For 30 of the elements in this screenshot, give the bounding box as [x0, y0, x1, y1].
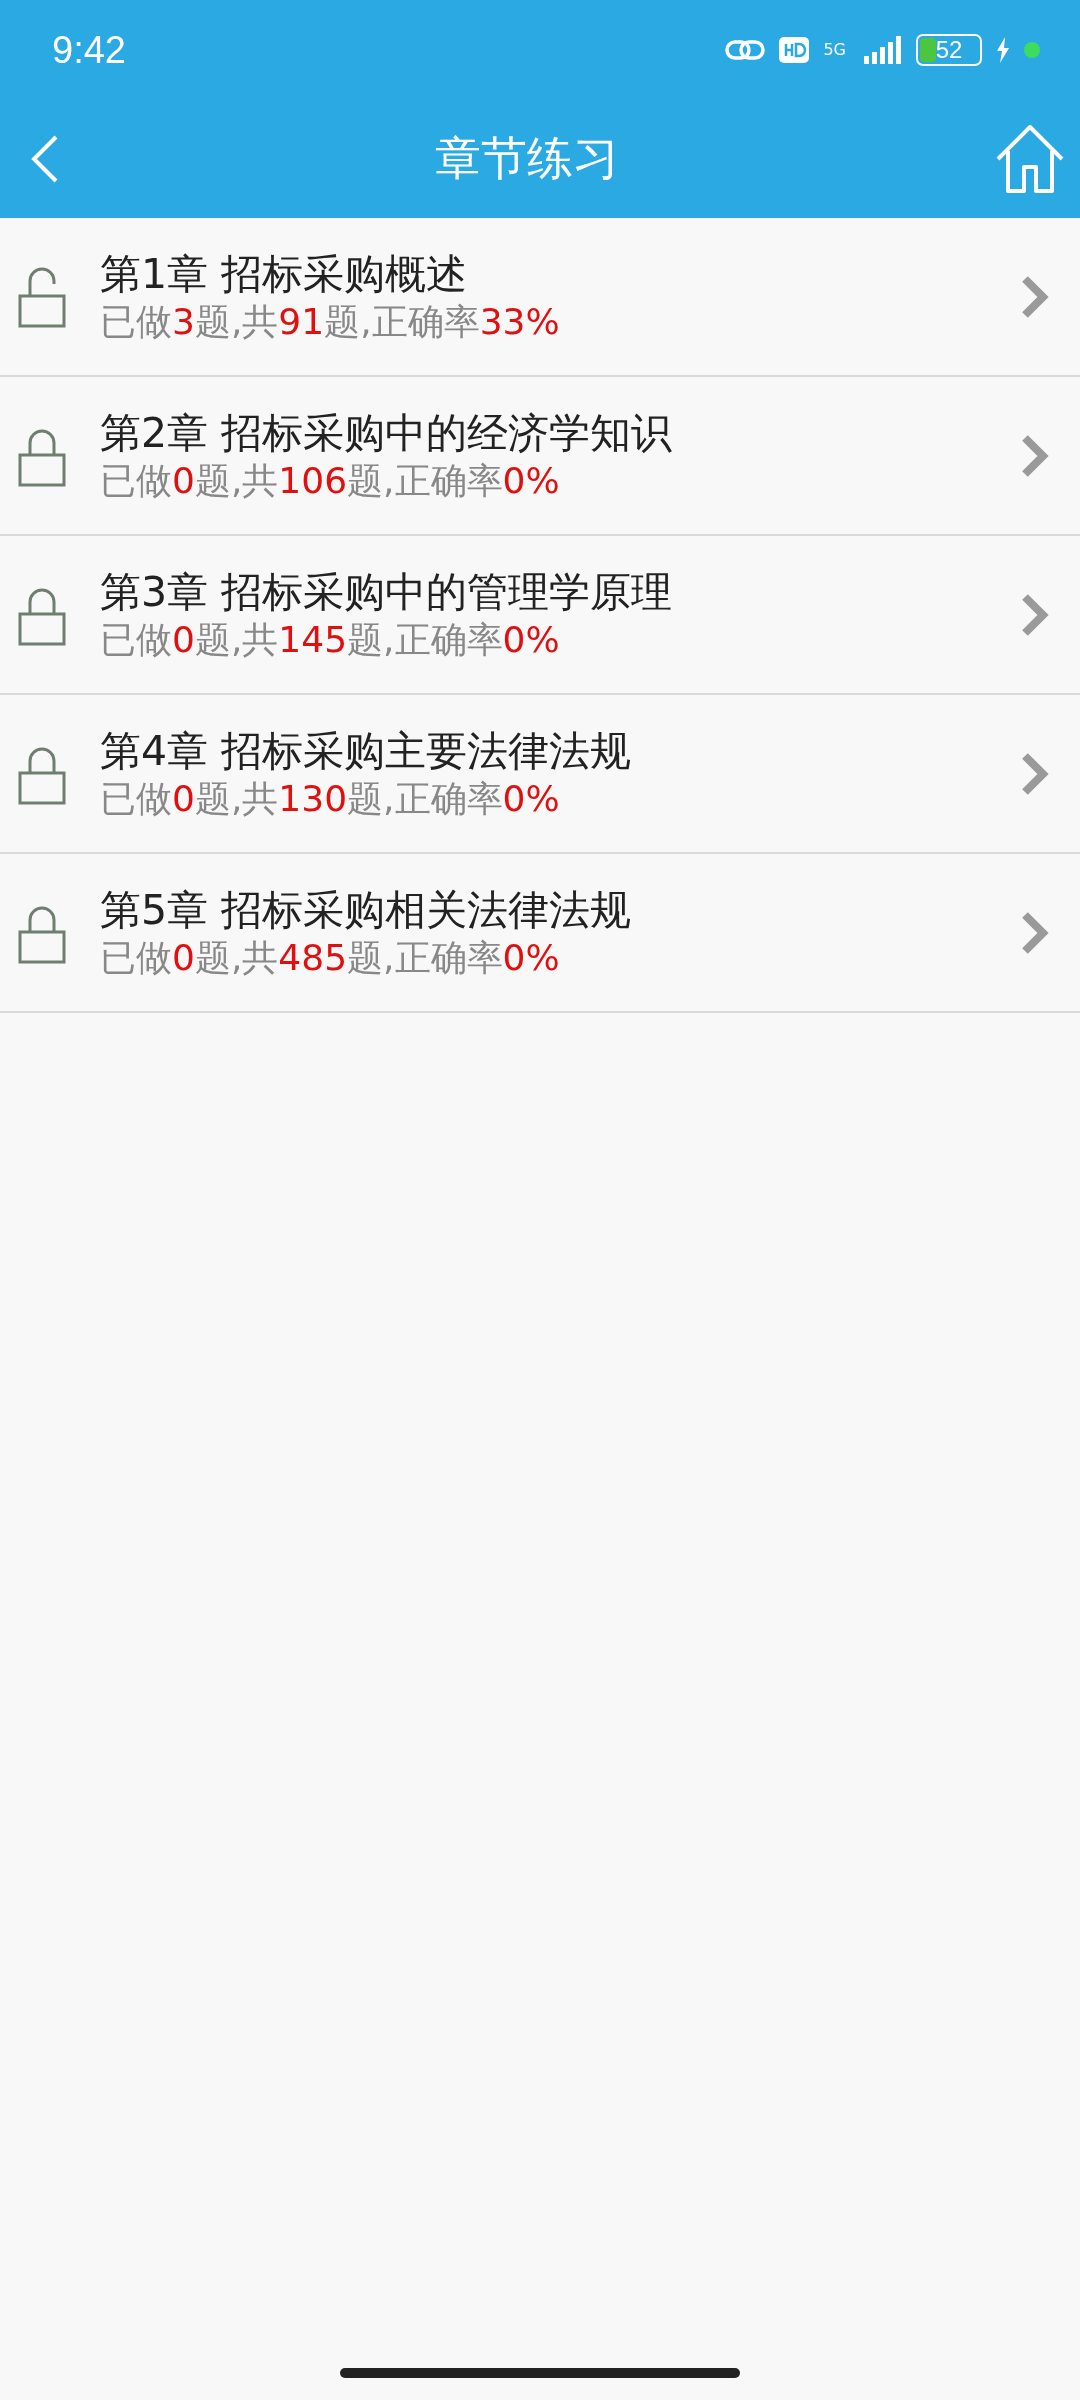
chapter-title: 第3章 招标采购中的管理学原理: [100, 568, 674, 618]
chapter-title: 第2章 招标采购中的经济学知识: [100, 409, 674, 459]
chevron-icon: [1020, 909, 1050, 956]
battery-icon: 52: [916, 34, 982, 66]
home-button[interactable]: [994, 123, 1066, 195]
back-button[interactable]: [30, 134, 60, 184]
chevron-icon: [1020, 273, 1050, 320]
chapter-stats: 已做3题,共91题,正确率33%: [100, 299, 561, 343]
charging-icon: [996, 37, 1010, 63]
hd-icon: [779, 37, 810, 63]
link-icon: [725, 37, 766, 63]
chapter-row[interactable]: 第4章 招标采购主要法律法规 已做0题,共130题,正确率0%: [0, 695, 1080, 854]
chapter-stats: 已做0题,共106题,正确率0%: [100, 458, 561, 502]
page-title: 章节练习: [435, 130, 619, 187]
network-type: 5G: [823, 42, 846, 58]
chapter-title: 第5章 招标采购相关法律法规: [100, 886, 633, 936]
chapter-title: 第1章 招标采购概述: [100, 250, 469, 300]
chapter-row[interactable]: 第3章 招标采购中的管理学原理 已做0题,共145题,正确率0%: [0, 536, 1080, 695]
status-time: 9:42: [52, 28, 126, 72]
chapter-row[interactable]: 第5章 招标采购相关法律法规 已做0题,共485题,正确率0%: [0, 854, 1080, 1013]
chapter-stats: 已做0题,共485题,正确率0%: [100, 935, 561, 979]
chapter-row[interactable]: 第2章 招标采购中的经济学知识 已做0题,共106题,正确率0%: [0, 377, 1080, 536]
chevron-icon: [1020, 432, 1050, 479]
chevron-icon: [1020, 750, 1050, 797]
status-dot: [1024, 42, 1040, 58]
chevron-icon: [1020, 591, 1050, 638]
chapter-stats: 已做0题,共145题,正确率0%: [100, 617, 561, 661]
chapter-title: 第4章 招标采购主要法律法规: [100, 727, 633, 777]
chapter-stats: 已做0题,共130题,正确率0%: [100, 776, 561, 820]
chapter-row[interactable]: 第1章 招标采购概述 已做3题,共91题,正确率33%: [0, 218, 1080, 377]
